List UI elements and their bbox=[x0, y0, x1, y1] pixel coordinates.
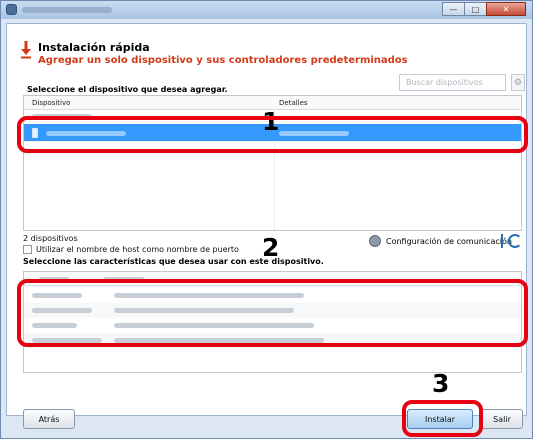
callout-number-2: 2 bbox=[262, 233, 280, 262]
callout-highlight-install bbox=[402, 400, 483, 437]
communication-settings-icon[interactable] bbox=[369, 235, 381, 247]
page-title: Instalación rápida bbox=[38, 41, 150, 54]
search-placeholder: Buscar dispositivos bbox=[406, 78, 483, 87]
window-controls: — □ ✕ bbox=[442, 2, 526, 16]
window-title-blurred bbox=[22, 7, 112, 13]
download-arrow-icon bbox=[21, 41, 31, 59]
device-section-label: Seleccione el dispositivo que desea agre… bbox=[27, 85, 228, 94]
exit-button[interactable]: Salir bbox=[481, 409, 523, 429]
page-subtitle: Agregar un solo dispositivo y sus contro… bbox=[38, 55, 408, 66]
callout-highlight-features bbox=[17, 279, 528, 347]
app-icon bbox=[6, 4, 17, 15]
title-bar[interactable]: — □ ✕ bbox=[1, 1, 532, 19]
toolbar-divider bbox=[501, 234, 503, 248]
close-button[interactable]: ✕ bbox=[486, 2, 526, 16]
device-count: 2 dispositivos bbox=[23, 234, 78, 243]
communication-settings-link[interactable]: Configuración de comunicación bbox=[386, 237, 512, 246]
hostname-checkbox[interactable] bbox=[23, 245, 32, 254]
callout-number-3: 3 bbox=[432, 369, 450, 398]
callout-highlight-device-list bbox=[17, 116, 528, 153]
back-button[interactable]: Atrás bbox=[23, 409, 75, 429]
column-header-details[interactable]: Detalles bbox=[279, 99, 308, 107]
column-header-device[interactable]: Dispositivo bbox=[32, 99, 70, 107]
hostname-checkbox-label[interactable]: Utilizar el nombre de host como nombre d… bbox=[36, 245, 239, 254]
minimize-button[interactable]: — bbox=[442, 2, 465, 16]
search-button[interactable]: ⚙ bbox=[511, 74, 525, 91]
installer-window: — □ ✕ Instalación rápida Agregar un solo… bbox=[0, 0, 533, 439]
maximize-button[interactable]: □ bbox=[464, 2, 487, 16]
refresh-icon[interactable] bbox=[508, 234, 522, 248]
search-input[interactable]: Buscar dispositivos bbox=[399, 74, 506, 91]
